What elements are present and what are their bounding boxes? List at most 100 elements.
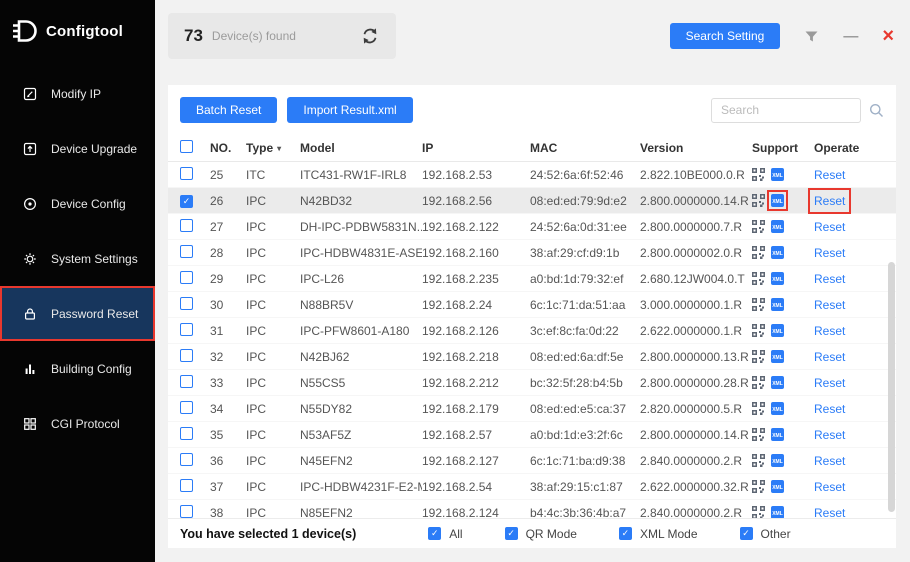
reset-link[interactable]: Reset [814,298,845,312]
row-checkbox[interactable] [180,453,193,466]
search-icon[interactable] [869,103,884,118]
table-row[interactable]: 27 IPC DH-IPC-PDBW5831N... 192.168.2.122… [168,214,896,240]
col-header-version[interactable]: Version [640,141,752,155]
row-checkbox[interactable] [180,219,193,232]
cell-version: 2.840.0000000.2.R [640,506,752,519]
row-checkbox[interactable] [180,271,193,284]
row-checkbox[interactable] [180,375,193,388]
cell-operate: Reset [814,298,874,312]
reset-link[interactable]: Reset [814,324,845,338]
table-scrollbar-thumb[interactable] [888,262,895,512]
row-checkbox[interactable] [180,401,193,414]
xml-file-icon[interactable]: XML [771,194,784,207]
xml-file-icon[interactable]: XML [771,480,784,493]
col-header-type[interactable]: Type ▾ [246,141,300,155]
table-row[interactable]: 26 IPC N42BD32 192.168.2.56 08:ed:ed:79:… [168,188,896,214]
row-checkbox[interactable] [180,245,193,258]
type-filter-caret-icon[interactable]: ▾ [277,144,281,153]
col-header-operate[interactable]: Operate [814,141,874,155]
table-row[interactable]: 31 IPC IPC-PFW8601-A180 192.168.2.126 3c… [168,318,896,344]
xml-file-icon[interactable]: XML [771,168,784,181]
row-checkbox[interactable] [180,505,193,518]
xml-file-icon[interactable]: XML [771,220,784,233]
xml-file-icon[interactable]: XML [771,324,784,337]
xml-file-icon[interactable]: XML [771,402,784,415]
cell-no: 34 [210,402,246,416]
sidebar-item-system-settings[interactable]: System Settings [0,231,155,286]
row-checkbox[interactable] [180,427,193,440]
reset-link[interactable]: Reset [814,220,845,234]
row-checkbox[interactable] [180,323,193,336]
close-button[interactable]: × [882,26,894,46]
all-checkbox[interactable] [428,527,441,540]
cell-operate: Reset [814,272,874,286]
sidebar-item-device-upgrade[interactable]: Device Upgrade [0,121,155,176]
xml-file-icon[interactable]: XML [771,298,784,311]
xml-file-icon[interactable]: XML [771,454,784,467]
row-checkbox[interactable] [180,297,193,310]
sidebar-item-cgi-protocol[interactable]: CGI Protocol [0,396,155,451]
batch-reset-button[interactable]: Batch Reset [180,97,277,123]
xml-file-icon[interactable]: XML [771,506,784,518]
col-header-mac[interactable]: MAC [530,141,640,155]
table-row[interactable]: 35 IPC N53AF5Z 192.168.2.57 a0:bd:1d:e3:… [168,422,896,448]
other-checkbox[interactable] [740,527,753,540]
row-checkbox[interactable] [180,195,193,208]
table-row[interactable]: 34 IPC N55DY82 192.168.2.179 08:ed:ed:e5… [168,396,896,422]
xml-file-icon[interactable]: XML [771,376,784,389]
search-input[interactable] [711,98,861,123]
row-checkbox[interactable] [180,349,193,362]
filter-option-qr-mode[interactable]: QR Mode [505,527,577,541]
filter-option-xml-mode[interactable]: XML Mode [619,527,698,541]
reset-link[interactable]: Reset [814,454,845,468]
reset-link[interactable]: Reset [814,506,845,519]
table-row[interactable]: 25 ITC ITC431-RW1F-IRL8 192.168.2.53 24:… [168,162,896,188]
cell-support: XML [752,246,814,259]
xml-file-icon[interactable]: XML [771,246,784,259]
minimize-button[interactable]: — [843,28,858,45]
reset-link[interactable]: Reset [814,168,845,182]
table-row[interactable]: 32 IPC N42BJ62 192.168.2.218 08:ed:ed:6a… [168,344,896,370]
cell-mac: bc:32:5f:28:b4:5b [530,376,640,390]
cell-mac: a0:bd:1d:e3:2f:6c [530,428,640,442]
reset-link[interactable]: Reset [814,480,845,494]
table-row[interactable]: 37 IPC IPC-HDBW4231F-E2-M 192.168.2.54 3… [168,474,896,500]
filter-option-other[interactable]: Other [740,527,791,541]
refresh-button[interactable] [360,26,380,46]
reset-link[interactable]: Reset [814,246,845,260]
table-row[interactable]: 29 IPC IPC-L26 192.168.2.235 a0:bd:1d:79… [168,266,896,292]
import-result-button[interactable]: Import Result.xml [287,97,412,123]
reset-link[interactable]: Reset [814,272,845,286]
reset-link[interactable]: Reset [814,350,845,364]
col-header-model[interactable]: Model [300,141,422,155]
xml-file-icon[interactable]: XML [771,272,784,285]
reset-link[interactable]: Reset [814,428,845,442]
sidebar-item-building-config[interactable]: Building Config [0,341,155,396]
col-header-support[interactable]: Support [752,141,814,155]
table-row[interactable]: 33 IPC N55CS5 192.168.2.212 bc:32:5f:28:… [168,370,896,396]
search-setting-button[interactable]: Search Setting [670,23,781,49]
table-row[interactable]: 28 IPC IPC-HDBW4831E-ASE 192.168.2.160 3… [168,240,896,266]
cell-type: IPC [246,428,300,442]
select-all-checkbox[interactable] [180,140,193,153]
col-header-no[interactable]: NO. [210,141,246,155]
reset-link[interactable]: Reset [814,194,845,208]
table-row[interactable]: 38 IPC N85EFN2 192.168.2.124 b4:4c:3b:36… [168,500,896,518]
table-row[interactable]: 36 IPC N45EFN2 192.168.2.127 6c:1c:71:ba… [168,448,896,474]
filter-option-all[interactable]: All [428,527,462,541]
filter-icon[interactable] [804,30,819,43]
cell-no: 33 [210,376,246,390]
sidebar-item-modify-ip[interactable]: Modify IP [0,66,155,121]
row-checkbox[interactable] [180,167,193,180]
xml-mode-checkbox[interactable] [619,527,632,540]
sidebar-item-device-config[interactable]: Device Config [0,176,155,231]
xml-file-icon[interactable]: XML [771,350,784,363]
table-row[interactable]: 30 IPC N88BR5V 192.168.2.24 6c:1c:71:da:… [168,292,896,318]
col-header-ip[interactable]: IP [422,141,530,155]
reset-link[interactable]: Reset [814,402,845,416]
reset-link[interactable]: Reset [814,376,845,390]
row-checkbox[interactable] [180,479,193,492]
xml-file-icon[interactable]: XML [771,428,784,441]
qr-mode-checkbox[interactable] [505,527,518,540]
sidebar-item-password-reset[interactable]: Password Reset [0,286,155,341]
